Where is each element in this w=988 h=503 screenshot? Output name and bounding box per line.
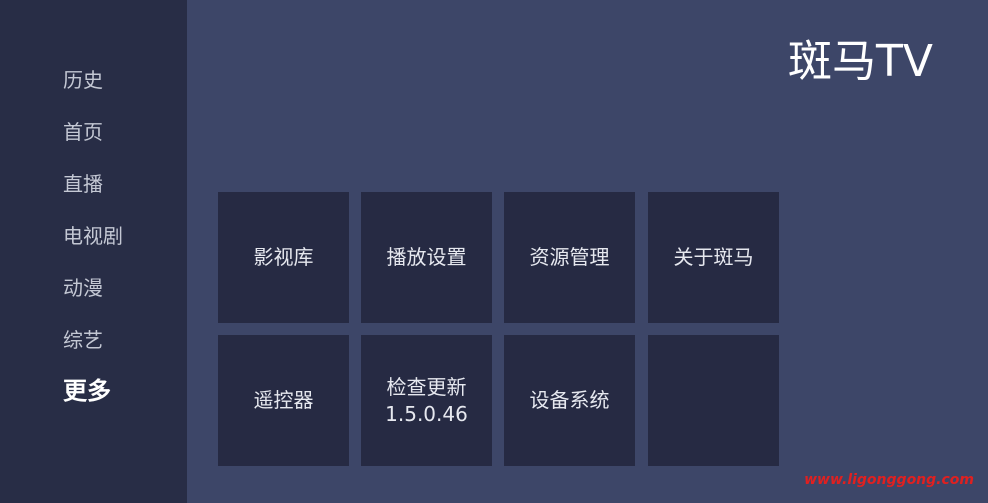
watermark: www.ligonggong.com: [804, 472, 974, 488]
tile-resource-management[interactable]: 资源管理: [504, 192, 635, 323]
tile-media-library[interactable]: 影视库: [218, 192, 349, 323]
tile-empty[interactable]: [648, 335, 779, 466]
version-number: 1.5.0.46: [385, 401, 468, 426]
tile-about[interactable]: 关于斑马: [648, 192, 779, 323]
tile-label: 影视库: [253, 245, 314, 269]
sidebar-item-history[interactable]: 历史: [63, 67, 103, 93]
app-logo: 斑马TV: [788, 36, 933, 87]
sidebar-nav: 历史 首页 直播 电视剧 动漫 综艺 更多: [0, 0, 187, 503]
sidebar-item-variety[interactable]: 综艺: [63, 327, 103, 353]
tile-device-system[interactable]: 设备系统: [504, 335, 635, 466]
tile-check-update[interactable]: 检查更新 1.5.0.46: [361, 335, 492, 466]
sidebar-item-live[interactable]: 直播: [63, 171, 103, 197]
sidebar-item-home[interactable]: 首页: [63, 119, 103, 145]
tile-label: 播放设置: [386, 245, 467, 269]
tile-label: 遥控器: [253, 388, 314, 412]
sidebar-item-more[interactable]: 更多: [63, 376, 111, 406]
tile-label: 关于斑马: [673, 245, 754, 269]
tile-label: 设备系统: [529, 388, 610, 412]
tile-playback-settings[interactable]: 播放设置: [361, 192, 492, 323]
tile-label: 检查更新: [386, 374, 467, 399]
tile-label: 资源管理: [529, 245, 610, 269]
sidebar-item-tv-series[interactable]: 电视剧: [63, 223, 123, 249]
sidebar-item-anime[interactable]: 动漫: [63, 275, 103, 301]
tile-remote-control[interactable]: 遥控器: [218, 335, 349, 466]
